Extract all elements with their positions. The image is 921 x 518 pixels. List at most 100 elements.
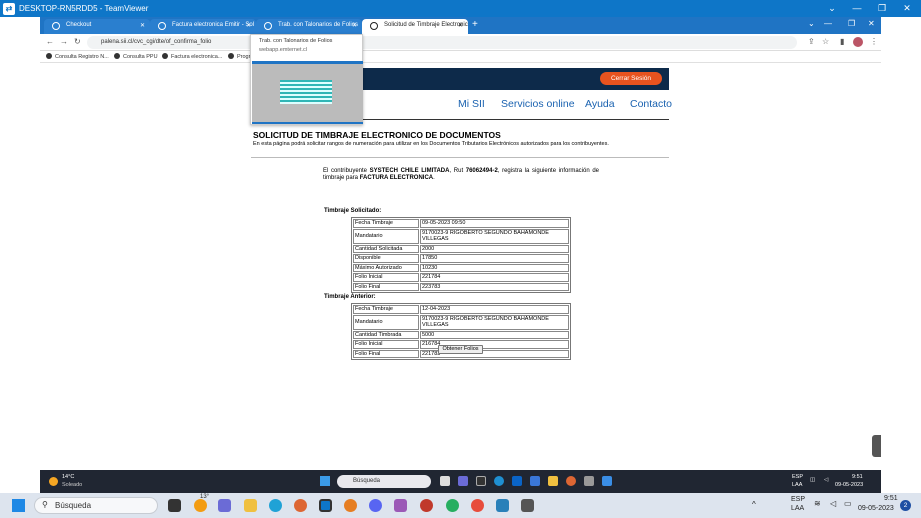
- tab-thumbnail: [252, 61, 363, 124]
- forward-icon[interactable]: →: [60, 37, 68, 46]
- local-taskbar: ⚲ Búsqueda 13° ^ ESP LAA ≋ ◁ ▭ 9:51 09-0…: [0, 493, 921, 518]
- bookmark-item[interactable]: Consulta PPU: [114, 53, 158, 60]
- pen-icon[interactable]: [394, 499, 407, 512]
- bookmark-item[interactable]: Consulta Registro N...: [46, 53, 109, 60]
- obtener-folios-button[interactable]: Obtener Folios: [438, 345, 483, 354]
- chevron-down-icon[interactable]: ⌄: [820, 0, 844, 17]
- browser-tab-strip: Checkout ✕ Factura electronica Emitir - S…: [40, 17, 881, 34]
- mail-icon[interactable]: [530, 476, 540, 486]
- logout-button[interactable]: Cerrar Sesión: [600, 72, 662, 85]
- app-icon[interactable]: [344, 499, 357, 512]
- calculator-icon[interactable]: [496, 499, 509, 512]
- table-row: Disponible 17850: [353, 254, 569, 263]
- close-icon[interactable]: ✕: [352, 22, 357, 29]
- task-view-icon[interactable]: [440, 476, 450, 486]
- menu-ayuda[interactable]: Ayuda: [585, 98, 615, 110]
- bookmark-item[interactable]: Progr: [228, 53, 250, 60]
- close-icon[interactable]: ✕: [140, 22, 145, 29]
- tab-talonarios[interactable]: Trab. con Talonarios de Folios ✕: [256, 19, 362, 34]
- close-icon[interactable]: ✕: [458, 22, 463, 29]
- page-icon: [264, 22, 272, 30]
- language-indicator[interactable]: ESP: [791, 496, 805, 503]
- teamviewer-titlebar: ⇄ DESKTOP-RN5RDD5 - TeamViewer ⌄ — ❐ ✕: [0, 0, 921, 17]
- tab-solicitud[interactable]: Solicitud de Timbraje Electronic ✕: [362, 19, 468, 34]
- page-icon: [158, 22, 166, 30]
- close-icon[interactable]: ✕: [868, 19, 875, 28]
- teamviewer-icon[interactable]: [602, 476, 612, 486]
- teamviewer-side-handle[interactable]: [872, 435, 881, 457]
- chrome-profile-icon[interactable]: [446, 499, 459, 512]
- table-row: Cantidad Timbrada 5000: [353, 330, 569, 339]
- company-name: SYSTECH CHILE LIMITADA: [369, 168, 450, 174]
- avatar[interactable]: [853, 37, 863, 47]
- share-icon[interactable]: ⇪: [808, 37, 815, 46]
- windows-start-icon[interactable]: [12, 499, 25, 512]
- taskbar-search-input[interactable]: ⚲ Búsqueda: [34, 497, 158, 514]
- chat-icon[interactable]: [458, 476, 468, 486]
- sidebar-icon[interactable]: ▮: [840, 37, 844, 46]
- menu-mi-sii[interactable]: Mi SII: [458, 98, 485, 110]
- new-tab-button[interactable]: +: [472, 19, 478, 30]
- battery-icon[interactable]: ▭: [844, 499, 852, 508]
- chrome-icon[interactable]: [566, 476, 576, 486]
- calendar-icon[interactable]: [476, 476, 486, 486]
- table-row: Cantidad Solicitada 2000: [353, 244, 569, 253]
- chrome-icon[interactable]: [294, 499, 307, 512]
- url-input[interactable]: palena.sii.cl/cvc_cgi/dte/of_confirma_fo…: [87, 36, 797, 49]
- app-icon[interactable]: [420, 499, 433, 512]
- windows-start-icon[interactable]: [320, 476, 330, 486]
- table-row: Fecha Timbraje 12-04-2023: [353, 305, 569, 314]
- bookmarks-bar: Consulta Registro N... Consulta PPU Fact…: [40, 51, 881, 63]
- volume-icon[interactable]: ◁: [824, 477, 828, 483]
- folder-icon[interactable]: [548, 476, 558, 486]
- tab-factura[interactable]: Factura electronica Emitir - Sol ✕: [150, 19, 256, 34]
- company-rut: 76062494-2: [465, 168, 498, 174]
- requested-heading: Timbraje Solicitado:: [324, 208, 382, 214]
- clock-date: 09-05-2023: [858, 505, 894, 512]
- bookmark-item[interactable]: Factura electronica...: [162, 53, 222, 60]
- chat-icon[interactable]: [218, 499, 231, 512]
- weather-icon[interactable]: [49, 477, 58, 486]
- edge-icon[interactable]: [494, 476, 504, 486]
- folder-icon[interactable]: [244, 499, 257, 512]
- table-row: Máximo Autorizado 10230: [353, 263, 569, 272]
- menu-servicios-online[interactable]: Servicios online: [501, 98, 575, 110]
- weather-badge: 13°: [200, 494, 210, 500]
- weather-icon[interactable]: [194, 499, 207, 512]
- document-type: FACTURA ELECTRONICA: [359, 175, 434, 181]
- teamviewer-icon[interactable]: [319, 499, 332, 512]
- minimize-icon[interactable]: —: [845, 0, 869, 17]
- tab-search-icon[interactable]: ⌄: [808, 19, 815, 28]
- maximize-icon[interactable]: ❐: [848, 19, 855, 28]
- menu-icon[interactable]: ⋮: [870, 37, 878, 46]
- thumbnail-table: [280, 80, 332, 104]
- tab-checkout[interactable]: Checkout ✕: [44, 19, 150, 34]
- hover-card-title: Trab. con Talonarios de Folios: [259, 38, 333, 44]
- star-icon[interactable]: ☆: [822, 37, 829, 46]
- notification-badge[interactable]: 2: [900, 500, 911, 511]
- discord-icon[interactable]: [369, 499, 382, 512]
- volume-icon[interactable]: ◁: [830, 499, 836, 508]
- minimize-icon[interactable]: —: [824, 19, 832, 28]
- taskbar-search-input[interactable]: Búsqueda: [337, 475, 431, 488]
- network-icon[interactable]: ◫: [810, 477, 815, 483]
- menu-contacto[interactable]: Contacto: [630, 98, 672, 110]
- close-icon[interactable]: ✕: [246, 22, 251, 29]
- reload-icon[interactable]: ↻: [74, 37, 81, 46]
- wifi-icon[interactable]: ≋: [814, 499, 821, 508]
- page-icon: [370, 22, 378, 30]
- back-icon[interactable]: ←: [46, 37, 54, 46]
- task-view-icon[interactable]: [168, 499, 181, 512]
- address-bar: ← → ↻ palena.sii.cl/cvc_cgi/dte/of_confi…: [40, 34, 881, 51]
- app-icon[interactable]: [521, 499, 534, 512]
- maximize-icon[interactable]: ❐: [870, 0, 894, 17]
- clock-time: 9:51: [884, 495, 898, 502]
- settings-icon[interactable]: [584, 476, 594, 486]
- language-indicator[interactable]: ESP: [792, 474, 803, 480]
- hover-card-host: webapp.emternet.cl: [259, 47, 307, 53]
- close-icon[interactable]: ✕: [895, 0, 919, 17]
- edge-icon[interactable]: [269, 499, 282, 512]
- chevron-up-icon[interactable]: ^: [752, 500, 756, 509]
- chrome-profile-icon[interactable]: [471, 499, 484, 512]
- store-icon[interactable]: [512, 476, 522, 486]
